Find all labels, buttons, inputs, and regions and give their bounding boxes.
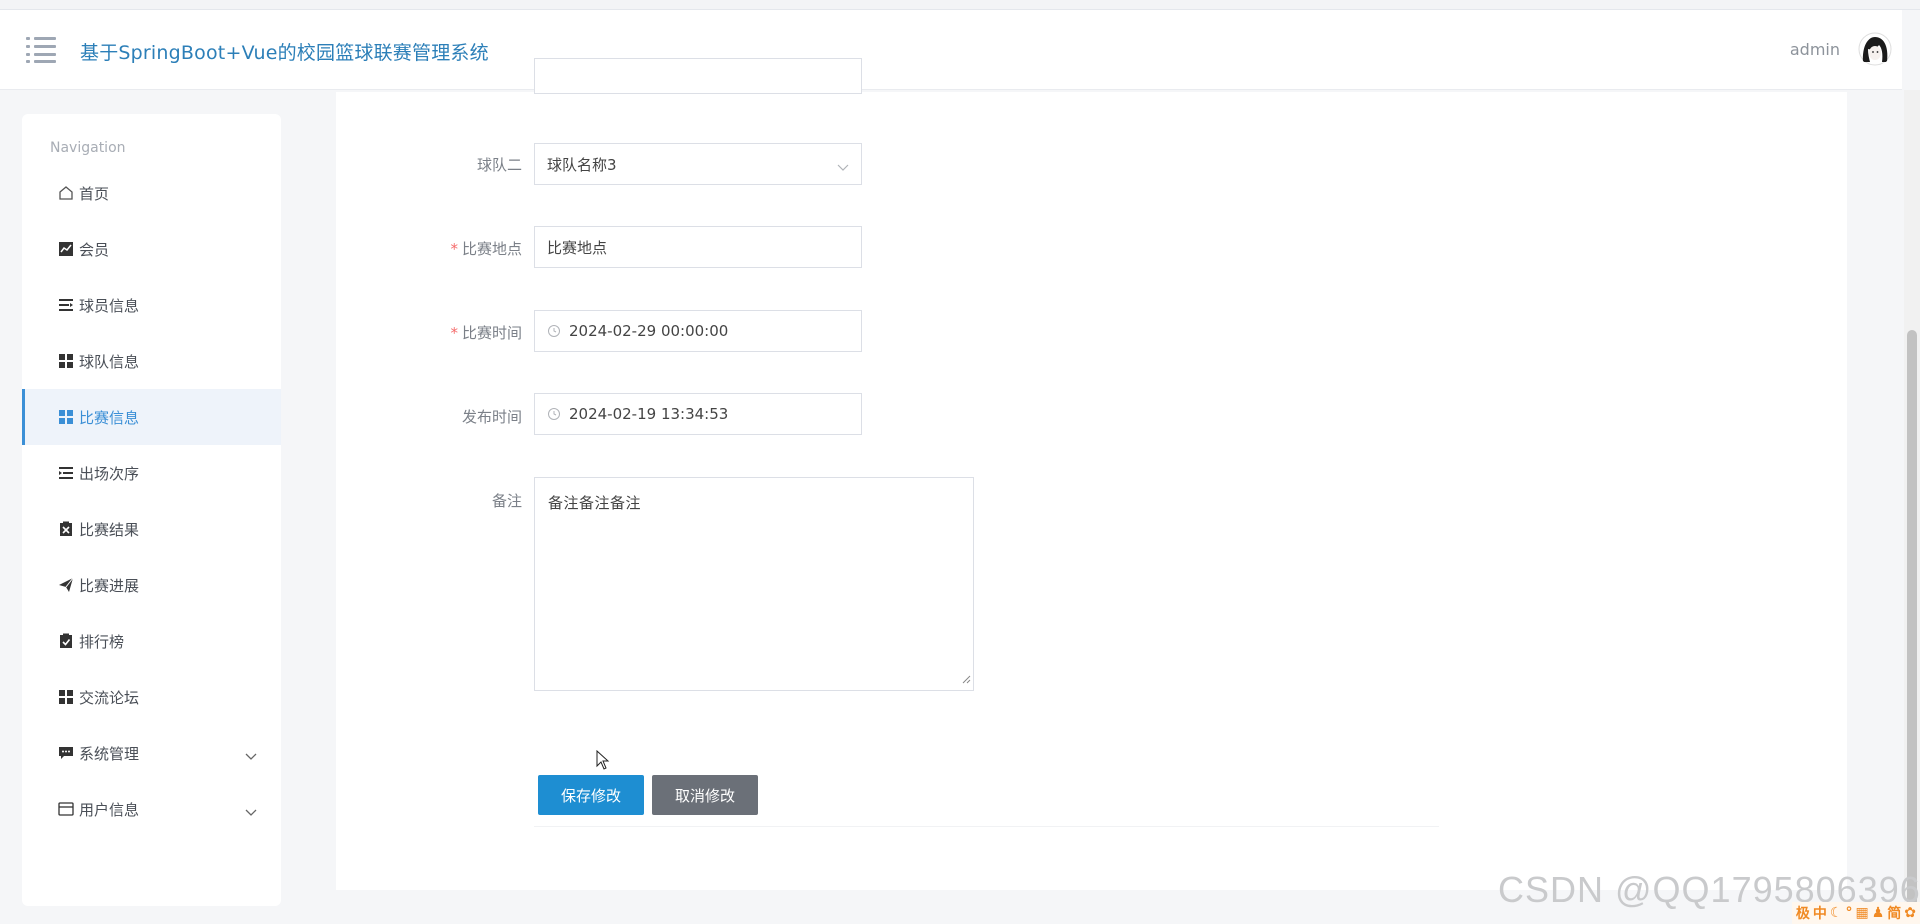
clock-icon [547, 407, 561, 421]
username[interactable]: admin [1790, 40, 1840, 59]
grid-icon [57, 688, 75, 706]
location-label: * 比赛地点 [450, 240, 522, 258]
edit-form-panel: 球队二 球队名称3 * 比赛地点 比赛地点 * 比赛时间 2024-02-29 00… [336, 58, 1847, 890]
ime-item[interactable]: ✿ [1904, 905, 1916, 921]
avatar[interactable] [1858, 32, 1892, 66]
cancel-button[interactable]: 取消修改 [652, 775, 758, 815]
ime-item[interactable]: 简 [1887, 903, 1901, 923]
save-button[interactable]: 保存修改 [538, 775, 644, 815]
remark-textarea[interactable]: 备注备注备注 [534, 477, 974, 691]
sidebar-item-lineup[interactable]: 出场次序 [22, 445, 281, 501]
sidebar-item-forum[interactable]: 交流论坛 [22, 669, 281, 725]
sidebar-item-teams[interactable]: 球队信息 [22, 333, 281, 389]
clock-icon [547, 324, 561, 338]
sidebar-item-players[interactable]: 球员信息 [22, 277, 281, 333]
grid-icon [57, 408, 75, 426]
team1-select-partial[interactable] [534, 58, 862, 94]
resize-handle-icon[interactable] [961, 670, 971, 688]
grid-icon [57, 352, 75, 370]
nav-caption: Navigation [50, 140, 126, 156]
sidebar-item-label: 系统管理 [79, 744, 140, 763]
location-input[interactable]: 比赛地点 [534, 226, 862, 268]
home-icon [57, 184, 75, 202]
ime-item[interactable]: ♟ [1872, 905, 1885, 921]
sidebar-item-label: 出场次序 [79, 464, 140, 483]
chevron-down-icon [245, 803, 257, 821]
sidebar-item-label: 球队信息 [79, 352, 140, 371]
paper-plane-icon [57, 576, 75, 594]
top-header: 基于SpringBoot+Vue的校园篮球联赛管理系统 admin [0, 10, 1902, 90]
sidebar-item-results[interactable]: 比赛结果 [22, 501, 281, 557]
ime-item[interactable]: 极 [1796, 903, 1810, 923]
sidebar-item-label: 交流论坛 [79, 688, 140, 707]
sidebar-item-label: 会员 [79, 240, 110, 259]
ime-item[interactable]: ☾ [1830, 905, 1843, 921]
publish-time-picker[interactable]: 2024-02-19 13:34:53 [534, 393, 862, 435]
sidebar-item-system[interactable]: 系统管理 [22, 725, 281, 781]
clipboard-check-icon [57, 632, 75, 650]
chevron-down-icon [837, 158, 849, 176]
card-icon [57, 800, 75, 818]
publish-time-label: 发布时间 [461, 408, 522, 426]
sidebar-item-progress[interactable]: 比赛进展 [22, 557, 281, 613]
scrollbar-thumb[interactable] [1907, 330, 1917, 910]
ime-item[interactable]: 中 [1813, 903, 1827, 923]
sidebar-item-label: 首页 [79, 184, 110, 203]
browser-top-strip [0, 0, 1920, 10]
divider [534, 826, 1439, 827]
indent-icon [57, 464, 75, 482]
chevron-down-icon [245, 747, 257, 765]
sidebar-item-label: 比赛进展 [79, 576, 140, 595]
scrollbar[interactable] [1904, 90, 1920, 924]
remark-label: 备注 [491, 492, 522, 510]
team2-label: 球队二 [476, 156, 522, 174]
menu-toggle-icon[interactable] [26, 37, 56, 63]
sidebar-item-label: 排行榜 [79, 632, 125, 651]
list-icon [57, 296, 75, 314]
app-title: 基于SpringBoot+Vue的校园篮球联赛管理系统 [80, 42, 489, 64]
sidebar: Navigation 首页 会员 球员信息 球队信息 比赛信息 出场次序 比赛结… [22, 114, 281, 906]
ime-toolbar[interactable]: 极 中 ☾ ° ▦ ♟ 简 ✿ [1791, 902, 1920, 924]
chart-icon [57, 240, 75, 258]
sidebar-item-home[interactable]: 首页 [22, 165, 281, 221]
sidebar-item-label: 球员信息 [79, 296, 140, 315]
match-time-picker[interactable]: 2024-02-29 00:00:00 [534, 310, 862, 352]
clipboard-x-icon [57, 520, 75, 538]
sidebar-item-label: 比赛结果 [79, 520, 140, 539]
sidebar-item-members[interactable]: 会员 [22, 221, 281, 277]
sidebar-item-users[interactable]: 用户信息 [22, 781, 281, 837]
match-time-label: * 比赛时间 [450, 324, 522, 342]
chat-icon [57, 744, 75, 762]
team2-select[interactable]: 球队名称3 [534, 143, 862, 185]
sidebar-item-label: 比赛信息 [79, 408, 140, 427]
sidebar-item-matches[interactable]: 比赛信息 [22, 389, 281, 445]
sidebar-item-ranking[interactable]: 排行榜 [22, 613, 281, 669]
sidebar-item-label: 用户信息 [79, 800, 140, 819]
mouse-cursor-icon [596, 749, 610, 774]
ime-item[interactable]: ° [1845, 905, 1852, 921]
ime-item[interactable]: ▦ [1855, 905, 1868, 921]
